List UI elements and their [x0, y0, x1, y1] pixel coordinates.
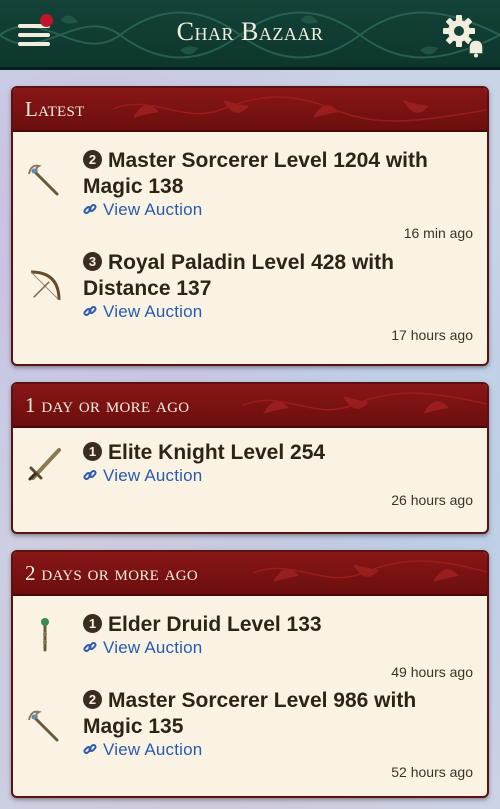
view-auction-link[interactable]: View Auction	[83, 638, 202, 658]
character-title: 1 Elite Knight Level 254	[83, 440, 469, 466]
section-header: 2 days or more ago	[13, 552, 487, 596]
timestamp: 49 hours ago	[391, 664, 473, 680]
rank-badge: 3	[83, 252, 102, 271]
link-icon	[83, 203, 97, 215]
rank-badge: 1	[83, 614, 102, 633]
character-name: Master Sorcerer Level 986 with Magic 135	[83, 689, 417, 738]
rank-badge: 2	[83, 690, 102, 709]
wand-icon	[28, 710, 59, 742]
character-title: 1 Elder Druid Level 133	[83, 612, 469, 638]
timestamp: 17 hours ago	[391, 327, 473, 343]
section-title: Latest	[25, 97, 85, 121]
character-title: 2 Master Sorcerer Level 986 with Magic 13…	[83, 688, 469, 740]
view-auction-link[interactable]: View Auction	[83, 200, 202, 220]
link-label: View Auction	[103, 740, 203, 759]
app-header: Char Bazaar	[0, 0, 500, 70]
link-label: View Auction	[103, 466, 203, 485]
app-title: Char Bazaar	[176, 17, 324, 46]
view-auction-link[interactable]: View Auction	[83, 740, 202, 760]
link-icon	[83, 305, 97, 317]
bow-icon	[30, 270, 61, 301]
rank-badge: 1	[83, 442, 102, 461]
sword-icon	[28, 448, 61, 481]
link-icon	[83, 469, 97, 481]
list-item: 3 Royal Paladin Level 428 with Distance 1…	[13, 242, 487, 362]
link-icon	[83, 641, 97, 653]
character-name: Elder Druid Level 133	[108, 613, 322, 636]
character-name: Royal Paladin Level 428 with Distance 13…	[83, 251, 394, 300]
section-one-day: 1 day or more ago 1 Elite Knight Level 25…	[11, 382, 489, 534]
list-item: 1 Elite Knight Level 254 View Auction 26 …	[13, 426, 487, 532]
gear-bell-icon	[443, 15, 484, 58]
timestamp: 52 hours ago	[391, 764, 473, 780]
view-auction-link[interactable]: View Auction	[83, 302, 202, 322]
list-item: 2 Master Sorcerer Level 986 with Magic 13…	[13, 682, 487, 794]
view-auction-link[interactable]: View Auction	[83, 466, 202, 486]
section-title: 1 day or more ago	[25, 393, 190, 417]
timestamp: 26 hours ago	[391, 492, 473, 508]
rod-icon	[41, 618, 49, 652]
link-icon	[83, 743, 97, 755]
link-label: View Auction	[103, 638, 203, 657]
list-item: 1 Elder Druid Level 133 View Auction 49 h…	[13, 594, 487, 682]
list-item: 2 Master Sorcerer Level 1204 with Magic 1…	[13, 130, 487, 241]
character-title: 2 Master Sorcerer Level 1204 with Magic 1…	[83, 148, 469, 200]
timestamp: 16 min ago	[403, 225, 473, 241]
section-header: 1 day or more ago	[13, 384, 487, 428]
character-name: Master Sorcerer Level 1204 with Magic 13…	[83, 149, 428, 198]
character-name: Elite Knight Level 254	[108, 441, 326, 464]
character-title: 3 Royal Paladin Level 428 with Distance 1…	[83, 250, 469, 302]
section-header: Latest	[13, 88, 487, 132]
section-title: 2 days or more ago	[25, 561, 199, 585]
section-latest: Latest 2 Master Sorcerer Level 1204 with …	[11, 86, 489, 366]
link-label: View Auction	[103, 200, 203, 219]
section-two-days: 2 days or more ago 1 Elder Druid Level 13…	[11, 550, 489, 798]
link-label: View Auction	[103, 302, 203, 321]
settings-button[interactable]	[440, 12, 486, 58]
wand-icon	[28, 164, 59, 196]
rank-badge: 2	[83, 150, 102, 169]
